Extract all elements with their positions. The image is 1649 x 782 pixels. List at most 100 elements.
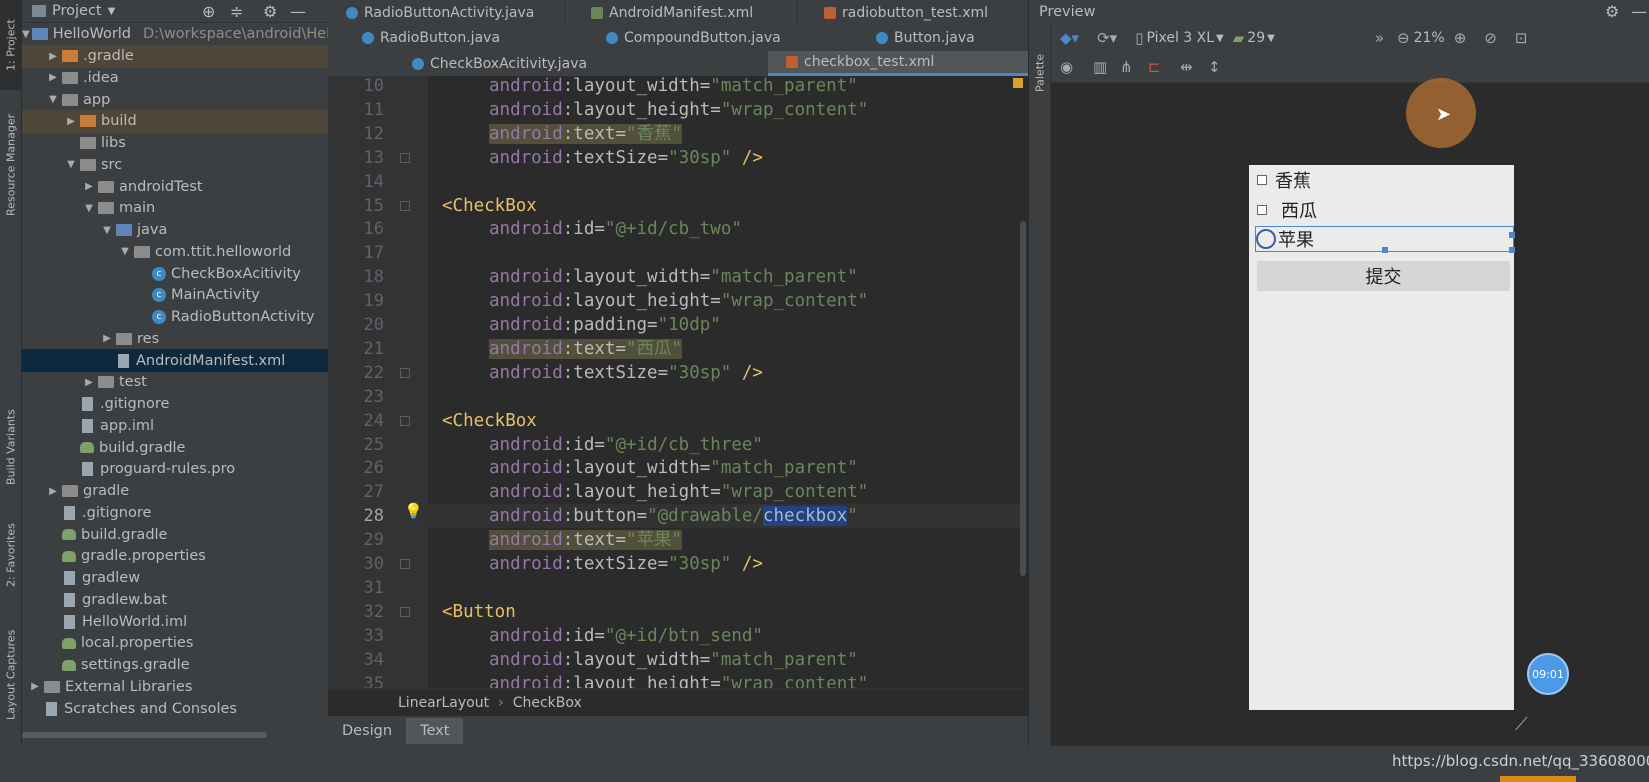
tab-checkbox-test-xml[interactable]: checkbox_test.xml (768, 51, 1028, 76)
chevron-down-icon[interactable]: ▼ (1216, 33, 1224, 44)
tree-gitignore[interactable]: .gitignore (22, 502, 328, 525)
resize-handle[interactable] (1382, 247, 1388, 253)
tree-res[interactable]: ▶ res (22, 328, 328, 351)
tree-gradle-folder[interactable]: ▶ gradle (22, 480, 328, 503)
layout-captures-tab[interactable]: Layout Captures (0, 620, 22, 730)
locate-icon[interactable]: ⊕ (202, 2, 215, 21)
resize-handle[interactable] (1509, 232, 1515, 238)
tree-app-gitignore[interactable]: .gitignore (22, 393, 328, 416)
checkbox-apple-selected[interactable]: 苹果 (1255, 226, 1515, 253)
favorites-tab[interactable]: 2: Favorites (0, 515, 22, 595)
tree-libs[interactable]: libs (22, 132, 328, 155)
tree-mainactivity[interactable]: c MainActivity (22, 284, 328, 307)
expand-right-icon[interactable]: ▶ (82, 377, 96, 388)
tree-app[interactable]: ▼ app (22, 88, 328, 111)
tree-helloworld-iml[interactable]: HelloWorld.iml (22, 610, 328, 633)
breadcrumb-linearlayout[interactable]: LinearLayout (398, 695, 489, 711)
device-preview-screen[interactable]: 香蕉 西瓜 苹果 提交 (1249, 165, 1515, 710)
tab-androidmanifest[interactable]: AndroidManifest.xml (573, 0, 798, 25)
checkbox-banana[interactable]: 香蕉 (1257, 165, 1311, 195)
expand-down-icon[interactable]: ▼ (118, 246, 132, 257)
tree-app-build-gradle[interactable]: build.gradle (22, 436, 328, 459)
editor-vertical-scrollbar[interactable] (1013, 76, 1028, 688)
fold-marker-icon[interactable] (400, 152, 410, 163)
fold-marker-icon[interactable] (400, 415, 410, 426)
tab-checkboxacitivity-java[interactable]: CheckBoxAcitivity.java (394, 51, 764, 76)
lightbulb-icon[interactable]: 💡 (404, 502, 423, 520)
horizontal-scrollbar[interactable] (22, 732, 267, 738)
tab-radiobutton-java[interactable]: RadioButton.java (344, 25, 581, 50)
tree-settings-gradle[interactable]: settings.gradle (22, 654, 328, 677)
tree-external-libraries[interactable]: ▶ External Libraries (22, 676, 328, 699)
tree-scratches[interactable]: Scratches and Consoles (22, 697, 328, 720)
tab-button-java[interactable]: Button.java (858, 25, 1018, 50)
expand-vertical-icon[interactable]: ↕ (1208, 58, 1221, 76)
tab-design[interactable]: Design (328, 718, 406, 744)
api-selector[interactable]: 29 (1247, 30, 1265, 46)
expand-right-icon[interactable]: ▶ (28, 681, 42, 692)
minimize-icon[interactable]: — (1631, 2, 1647, 21)
device-selector[interactable]: Pixel 3 XL (1146, 30, 1214, 46)
eye-icon[interactable]: ◉ (1060, 58, 1073, 76)
zoom-reset-icon[interactable]: ⊘ (1484, 29, 1497, 47)
more-chevron-icon[interactable]: » (1375, 29, 1384, 47)
gear-icon[interactable]: ⚙ (1605, 2, 1619, 21)
fold-marker-icon[interactable] (400, 367, 410, 378)
expand-down-icon[interactable]: ▼ (82, 203, 96, 214)
constraints-icon[interactable]: ⊏ (1148, 58, 1161, 76)
tree-local-properties[interactable]: local.properties (22, 632, 328, 655)
magnet-off-icon[interactable]: ⋔ (1120, 58, 1133, 76)
tree-gradlew-bat[interactable]: gradlew.bat (22, 589, 328, 612)
project-tool-tab[interactable]: 1: Project (0, 0, 22, 90)
resource-manager-tab[interactable]: Resource Manager (0, 105, 22, 225)
tree-build[interactable]: ▶ build (22, 110, 328, 133)
tab-radiobutton-test-xml[interactable]: radiobutton_test.xml (806, 0, 1028, 25)
expand-right-icon[interactable]: ▶ (100, 333, 114, 344)
expand-down-icon[interactable]: ▼ (22, 29, 30, 40)
expand-down-icon[interactable]: ▼ (100, 225, 114, 236)
expand-down-icon[interactable]: ▼ (64, 159, 78, 170)
fold-marker-icon[interactable] (400, 200, 410, 211)
breadcrumb-checkbox[interactable]: CheckBox (513, 695, 582, 711)
tab-text[interactable]: Text (406, 718, 464, 744)
expand-right-icon[interactable]: ▶ (46, 486, 60, 497)
fold-marker-icon[interactable] (400, 606, 410, 617)
expand-right-icon[interactable]: ▶ (46, 51, 60, 62)
code-editor[interactable]: 10 11 12 13 14 15 16 17 18 19 20 21 22 23 24 25 26 27 28 29… (328, 76, 1028, 688)
gear-icon[interactable]: ⚙ (263, 2, 277, 21)
tree-src[interactable]: ▼ src (22, 154, 328, 177)
collapse-all-icon[interactable]: ≑ (230, 2, 243, 21)
tree-main[interactable]: ▼ main (22, 197, 328, 220)
tree-gradle-properties[interactable]: gradle.properties (22, 545, 328, 568)
checkbox-watermelon[interactable]: 西瓜 (1257, 195, 1317, 225)
tree-gradle-dir[interactable]: ▶ .gradle (22, 44, 328, 68)
tree-checkboxacitivity[interactable]: c CheckBoxAcitivity (22, 262, 328, 285)
tree-idea[interactable]: ▶ .idea (22, 67, 328, 90)
expand-right-icon[interactable]: ▶ (46, 72, 60, 83)
expand-down-icon[interactable]: ▼ (46, 94, 60, 105)
tree-gradlew[interactable]: gradlew (22, 567, 328, 590)
tree-package[interactable]: ▼ com.ttit.helloworld (22, 241, 328, 264)
zoom-fit-icon[interactable]: ⊡ (1515, 29, 1528, 47)
expand-horizontal-icon[interactable]: ⇹ (1180, 58, 1193, 76)
tree-build-gradle[interactable]: build.gradle (22, 523, 328, 546)
tab-radiobuttonactivity-java[interactable]: RadioButtonActivity.java (328, 0, 565, 25)
palette-tab[interactable]: Palette (1029, 38, 1051, 108)
submit-button[interactable]: 提交 (1257, 261, 1510, 291)
radio-circle-icon[interactable] (1256, 229, 1276, 249)
tree-androidmanifest[interactable]: AndroidManifest.xml (22, 349, 328, 373)
chevron-down-icon[interactable]: ▼ (1267, 33, 1275, 44)
checkbox-square[interactable] (1257, 205, 1267, 215)
zoom-out-icon[interactable]: ⊖ (1397, 29, 1410, 47)
minimize-icon[interactable]: — (290, 2, 306, 21)
build-variants-tab[interactable]: Build Variants (0, 400, 22, 495)
editor-scroll-thumb[interactable] (1020, 221, 1026, 576)
tree-androidtest[interactable]: ▶ androidTest (22, 175, 328, 198)
zoom-in-icon[interactable]: ⊕ (1454, 29, 1467, 47)
expand-right-icon[interactable]: ▶ (64, 116, 78, 127)
expand-right-icon[interactable]: ▶ (82, 181, 96, 192)
tree-java[interactable]: ▼ java (22, 219, 328, 242)
tab-compoundbutton-java[interactable]: CompoundButton.java (588, 25, 838, 50)
tree-radiobuttonactivity[interactable]: c RadioButtonActivity (22, 306, 328, 329)
layers-icon[interactable]: ◆▾ (1060, 29, 1079, 47)
